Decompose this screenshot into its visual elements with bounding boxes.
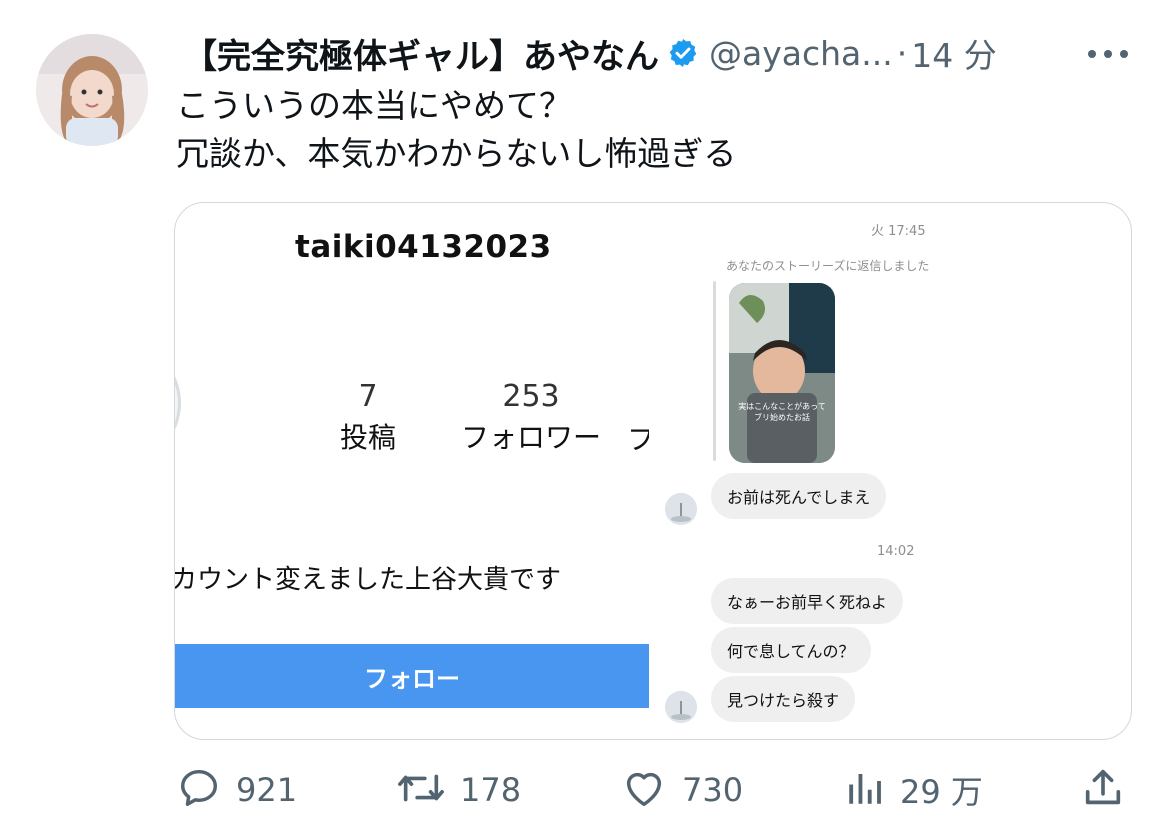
like-button[interactable]: 730 [620, 760, 743, 820]
dm-sender-avatar [665, 691, 697, 723]
reply-button[interactable]: 921 [176, 760, 297, 820]
tweet-timestamp[interactable]: 14 分 [911, 29, 996, 77]
tweet-text-line: こういうの本当にやめて？ [176, 86, 572, 125]
dm-timestamp: 火 17:45 [871, 224, 926, 239]
profile-posts-stat: 7 投稿 [335, 379, 401, 456]
posts-label: 投稿 [339, 421, 396, 454]
dm-message-bubble: 見つけたら殺す [711, 676, 856, 722]
tweet-text: こういうの本当にやめて？ 冗談か、本気かわからないし怖過ぎる [176, 82, 736, 178]
story-caption-line: ブリ始めたお話 [754, 413, 810, 422]
user-avatar-photo [36, 34, 148, 146]
story-caption-line: 実はこんなことがあって [738, 402, 826, 411]
reply-count: 921 [236, 771, 298, 809]
profile-screenshot: taiki04132023 7 投稿 253 フォロワー フ カウント変えました… [175, 203, 649, 739]
heart-icon [620, 765, 668, 815]
tweet-text-line: 冗談か、本気かわからないし怖過ぎる [176, 134, 737, 173]
retweet-icon [396, 765, 446, 815]
profile-bio: カウント変えました上谷大貴です [175, 565, 562, 595]
posts-count: 7 [358, 379, 378, 414]
share-button[interactable] [1080, 760, 1126, 820]
dm-message-bubble: 何で息してんの？ [711, 627, 871, 673]
author-avatar[interactable] [36, 34, 148, 146]
following-label-partial: フ [627, 418, 649, 458]
story-caption: 実はこんなことがあって ブリ始めたお話 [733, 401, 831, 423]
tweet-header: 【完全究極体ギャル】あやなん @ayacha... · 14 分 [183, 28, 997, 78]
more-horizontal-icon[interactable] [1083, 34, 1133, 74]
story-thumbnail: 実はこんなことがあって ブリ始めたお話 [729, 283, 835, 463]
tweet-media-image[interactable]: taiki04132023 7 投稿 253 フォロワー フ カウント変えました… [174, 202, 1132, 740]
story-reply-label: あなたのストーリーズに返信しました [726, 259, 930, 273]
retweet-button[interactable]: 178 [396, 760, 521, 820]
tweet-action-bar: 921 178 730 29 万 [176, 760, 1132, 820]
followers-count: 253 [502, 379, 560, 414]
views-icon [844, 765, 886, 815]
views-count: 29 万 [900, 773, 983, 811]
dm-timestamp: 14:02 [877, 544, 915, 559]
profile-username: taiki04132023 [295, 229, 552, 265]
follow-button: フォロー [175, 644, 649, 708]
dm-message-bubble: お前は死んでしまえ [711, 473, 887, 519]
profile-avatar [175, 348, 181, 458]
story-reply-bar [713, 281, 716, 461]
separator-dot: · [896, 33, 908, 73]
profile-followers-stat: 253 フォロワー [461, 379, 601, 456]
author-display-name[interactable]: 【完全究極体ギャル】あやなん [183, 29, 659, 78]
followers-label: フォロワー [461, 421, 602, 454]
share-icon [1080, 765, 1126, 815]
like-count: 730 [682, 771, 744, 809]
reply-icon [176, 765, 222, 815]
verified-badge-icon [667, 37, 699, 69]
dm-sender-avatar [665, 493, 697, 525]
author-handle[interactable]: @ayacha... [709, 34, 893, 73]
retweet-count: 178 [460, 771, 522, 809]
dm-message-bubble: なぁーお前早く死ねよ [711, 578, 904, 624]
dm-screenshot: 火 17:45 あなたのストーリーズに返信しました 実はこんなことがあって ブリ… [649, 203, 1131, 739]
views-button[interactable]: 29 万 [844, 760, 983, 820]
